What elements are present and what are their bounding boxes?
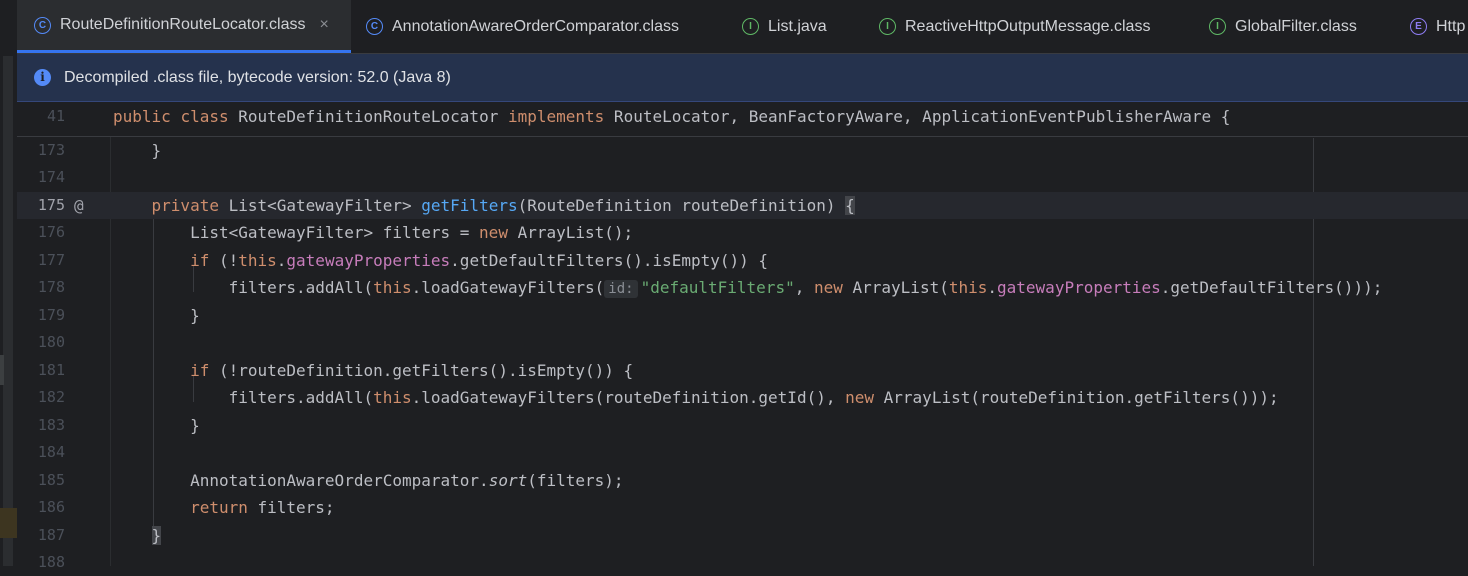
code-editor[interactable]: 41 public class RouteDefinitionRouteLoca…	[17, 102, 1468, 571]
code-text: }	[151, 526, 162, 545]
code-line: 173 }	[17, 137, 1468, 164]
scroll-strip	[3, 56, 13, 566]
banner-text: Decompiled .class file, bytecode version…	[64, 68, 451, 86]
code-line: 184	[17, 439, 1468, 466]
code-text: List<GatewayFilter> filters = new ArrayL…	[190, 223, 634, 242]
tab-label: List.java	[768, 17, 827, 35]
tab-reactivehttpoutputmessage[interactable]: I ReactiveHttpOutputMessage.class	[879, 0, 1150, 53]
tab-http[interactable]: E Http	[1410, 0, 1465, 53]
code-text: private List<GatewayFilter> getFilters(R…	[151, 196, 855, 215]
code-text: }	[190, 416, 200, 435]
line-number: 186	[37, 498, 65, 516]
line-number: 174	[37, 168, 65, 186]
code-line: 180	[17, 329, 1468, 356]
code-line: 186 return filters;	[17, 494, 1468, 521]
code-line: 178 filters.addAll(this.loadGatewayFilte…	[17, 274, 1468, 301]
editor-tab-bar: C RouteDefinitionRouteLocator.class × C …	[17, 0, 1468, 54]
line-number: 41	[46, 107, 65, 125]
line-number: 175	[37, 196, 65, 214]
code-line: 187 }	[17, 522, 1468, 549]
code-line: 185 AnnotationAwareOrderComparator.sort(…	[17, 467, 1468, 494]
strip-marker	[0, 355, 4, 385]
line-number: 179	[37, 306, 65, 324]
interface-icon: I	[742, 18, 759, 35]
code-line: 174	[17, 164, 1468, 191]
code-line: 188	[17, 549, 1468, 576]
enum-icon: E	[1410, 18, 1427, 35]
tab-globalfilter[interactable]: I GlobalFilter.class	[1209, 0, 1357, 53]
parameter-hint: id:	[604, 280, 638, 298]
code-line: 181 if (!routeDefinition.getFilters().is…	[17, 357, 1468, 384]
code-text: AnnotationAwareOrderComparator.sort(filt…	[190, 471, 624, 490]
line-number: 185	[37, 471, 65, 489]
strip-marker-highlight	[0, 508, 17, 538]
line-number: 181	[37, 361, 65, 379]
code-text: }	[151, 141, 162, 160]
info-icon: i	[34, 69, 51, 86]
code-text: filters.addAll(this.loadGatewayFilters(i…	[228, 278, 1383, 298]
code-text: public class RouteDefinitionRouteLocator…	[113, 107, 1231, 126]
code-line: 177 if (!this.gatewayProperties.getDefau…	[17, 247, 1468, 274]
code-text: return filters;	[190, 498, 335, 517]
tab-label: AnnotationAwareOrderComparator.class	[392, 17, 679, 35]
class-icon: C	[34, 16, 51, 34]
code-text: if (!this.gatewayProperties.getDefaultFi…	[190, 251, 769, 270]
code-line: 183 }	[17, 412, 1468, 439]
line-number: 187	[37, 526, 65, 544]
code-line: 41 public class RouteDefinitionRouteLoca…	[17, 103, 1468, 130]
left-tool-strip	[0, 0, 17, 566]
line-number: 178	[37, 278, 65, 296]
tab-label: RouteDefinitionRouteLocator.class	[60, 16, 306, 33]
line-number: 176	[37, 223, 65, 241]
tab-routedefinitionroutelocator[interactable]: C RouteDefinitionRouteLocator.class ×	[17, 0, 351, 53]
close-icon[interactable]: ×	[319, 16, 328, 34]
line-number: 184	[37, 443, 65, 461]
line-number: 182	[37, 388, 65, 406]
tab-label: GlobalFilter.class	[1235, 17, 1357, 35]
sticky-header-line[interactable]: 41 public class RouteDefinitionRouteLoca…	[17, 102, 1468, 137]
line-number: 180	[37, 333, 65, 351]
line-number: 177	[37, 251, 65, 269]
code-text: }	[190, 306, 200, 325]
code-text: if (!routeDefinition.getFilters().isEmpt…	[190, 361, 634, 380]
line-number: 183	[37, 416, 65, 434]
code-line-current: 175 @ private List<GatewayFilter> getFil…	[17, 192, 1468, 219]
code-text: filters.addAll(this.loadGatewayFilters(r…	[228, 388, 1279, 407]
tab-label: Http	[1436, 17, 1466, 35]
code-line: 182 filters.addAll(this.loadGatewayFilte…	[17, 384, 1468, 411]
code-line: 179 }	[17, 302, 1468, 329]
tab-annotationawareordercomparator[interactable]: C AnnotationAwareOrderComparator.class	[366, 0, 679, 53]
class-icon: C	[366, 18, 383, 35]
line-number: 173	[37, 141, 65, 159]
tab-list-java[interactable]: I List.java	[742, 0, 827, 53]
line-number: 188	[37, 553, 65, 571]
interface-icon: I	[1209, 18, 1226, 35]
interface-icon: I	[879, 18, 896, 35]
tab-label: ReactiveHttpOutputMessage.class	[905, 17, 1151, 35]
decompiled-notice-banner: i Decompiled .class file, bytecode versi…	[17, 54, 1468, 102]
override-gutter-icon[interactable]: @	[74, 192, 84, 219]
code-line: 176 List<GatewayFilter> filters = new Ar…	[17, 219, 1468, 246]
